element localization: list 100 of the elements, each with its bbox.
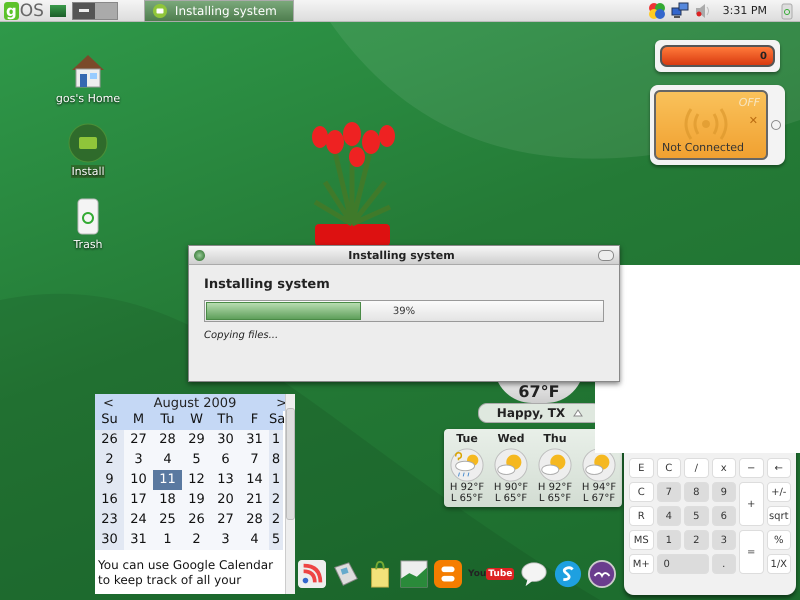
calculator-key[interactable]: x (712, 458, 736, 478)
calendar-day[interactable]: 11 (153, 470, 182, 490)
calendar-day[interactable]: 6 (211, 450, 240, 470)
calendar-day[interactable]: 18 (153, 490, 182, 510)
progress-text: 39% (392, 306, 416, 316)
maximize-icon[interactable] (598, 250, 614, 260)
calendar-day[interactable]: 19 (182, 490, 211, 510)
spreadsheet-icon[interactable] (400, 560, 428, 588)
network-icon[interactable] (670, 2, 689, 20)
weekday-label: M (124, 411, 153, 430)
calendar-day[interactable]: 3 (211, 530, 240, 550)
calculator-key[interactable]: M+ (629, 554, 654, 574)
calendar-day[interactable]: 30 (95, 530, 124, 550)
calendar-day[interactable]: 28 (153, 430, 182, 450)
calculator-key[interactable]: / (684, 458, 708, 478)
calendar-day[interactable]: 30 (211, 430, 240, 450)
gos-logo[interactable]: g OS (4, 0, 44, 20)
calendar-day[interactable]: 24 (124, 510, 153, 530)
calendar-day[interactable]: 27 (124, 430, 153, 450)
calendar-day[interactable]: 23 (95, 510, 124, 530)
calculator-key[interactable]: MS (629, 530, 654, 550)
calendar-day[interactable]: 4 (240, 530, 269, 550)
calculator-key[interactable]: R (629, 506, 654, 526)
calendar-day[interactable]: 27 (211, 510, 240, 530)
toggle-knob[interactable] (771, 120, 781, 130)
calendar-day[interactable]: 9 (95, 470, 124, 490)
calendar-day[interactable]: 14 (240, 470, 269, 490)
calculator-key[interactable]: +/- (766, 482, 791, 502)
calendar-day[interactable]: 31 (124, 530, 153, 550)
calendar-day[interactable]: 3 (124, 450, 153, 470)
calculator-key[interactable]: % (766, 530, 791, 550)
apps-icon[interactable] (648, 2, 666, 20)
clock-text[interactable]: 3:31 PM (722, 4, 767, 17)
office-suite-icon[interactable] (588, 560, 616, 588)
calculator-key[interactable]: 6 (712, 506, 736, 526)
calendar-day[interactable]: 2 (182, 530, 211, 550)
calendar-day[interactable]: 8 (269, 450, 283, 470)
calendar-day[interactable]: 1 (269, 470, 283, 490)
calculator-key[interactable]: + (739, 482, 764, 526)
calculator-key[interactable]: 0 (656, 554, 708, 574)
calculator-key[interactable]: E (629, 458, 654, 478)
calendar-day[interactable]: 2 (95, 450, 124, 470)
calculator-key[interactable]: C (656, 458, 681, 478)
speaker-icon[interactable] (694, 2, 712, 20)
call-app-icon[interactable] (554, 560, 582, 588)
calculator-key[interactable]: 1 (656, 530, 681, 550)
scrollbar[interactable] (285, 394, 295, 594)
calculator-key[interactable]: 5 (684, 506, 708, 526)
calculator-key[interactable]: 1/X (766, 554, 791, 574)
taskbar-button[interactable]: Installing system (144, 0, 294, 22)
weekday-label: Su (95, 411, 124, 430)
calculator-key[interactable]: 7 (656, 482, 681, 502)
calendar-day[interactable]: 26 (95, 430, 124, 450)
calculator-key[interactable]: − (739, 458, 764, 478)
calendar-day[interactable]: 21 (240, 490, 269, 510)
calendar-day[interactable]: 10 (124, 470, 153, 490)
calendar-day[interactable]: 29 (182, 430, 211, 450)
calendar-day[interactable]: 7 (240, 450, 269, 470)
calendar-day[interactable]: 4 (153, 450, 182, 470)
calendar-day[interactable]: 28 (240, 510, 269, 530)
scroll-thumb[interactable] (286, 408, 295, 520)
speech-bubble-icon[interactable] (520, 560, 548, 588)
weekday-label: Tu (153, 411, 182, 430)
calendar-day[interactable]: 2 (269, 510, 283, 530)
workspace-cell[interactable] (72, 2, 95, 18)
calendar-day[interactable]: 26 (182, 510, 211, 530)
workspace-cell[interactable] (94, 2, 117, 18)
calculator-key[interactable]: C (629, 482, 654, 502)
calculator-key[interactable]: 2 (684, 530, 708, 550)
calendar-day[interactable]: 1 (153, 530, 182, 550)
calculator-key[interactable]: 3 (712, 530, 736, 550)
blog-icon[interactable] (434, 560, 462, 588)
previous-month-button[interactable]: < (103, 396, 114, 411)
calendar-day[interactable]: 31 (240, 430, 269, 450)
calculator-key[interactable]: = (739, 530, 764, 574)
calendar-day[interactable]: 2 (269, 490, 283, 510)
calculator-key[interactable]: . (712, 554, 736, 574)
calendar-day[interactable]: 12 (182, 470, 211, 490)
calculator-key[interactable]: 8 (684, 482, 708, 502)
calendar-day[interactable]: 16 (95, 490, 124, 510)
window-button-icon[interactable] (194, 250, 205, 260)
calendar-day[interactable]: 13 (211, 470, 240, 490)
calculator-key[interactable]: ← (766, 458, 791, 478)
desktop-icon[interactable] (50, 4, 66, 16)
calculator-key[interactable]: sqrt (766, 506, 791, 526)
calendar-day[interactable]: 25 (153, 510, 182, 530)
day-name: Tue (456, 432, 478, 447)
calendar-day[interactable]: 20 (211, 490, 240, 510)
calculator-key[interactable]: 4 (656, 506, 681, 526)
calculator-key[interactable]: 9 (712, 482, 736, 502)
newspaper-icon[interactable] (332, 560, 360, 588)
collapse-icon[interactable] (573, 409, 584, 417)
icon-label: gos's Home (56, 92, 120, 105)
calendar-day[interactable]: 5 (182, 450, 211, 470)
wifi-status: Not Connected (662, 141, 744, 154)
calendar-day[interactable]: 5 (269, 530, 283, 550)
calendar-day[interactable]: 1 (269, 430, 283, 450)
installer-icon[interactable] (68, 123, 108, 163)
calendar-day[interactable]: 17 (124, 490, 153, 510)
feed-icon[interactable] (298, 560, 326, 588)
